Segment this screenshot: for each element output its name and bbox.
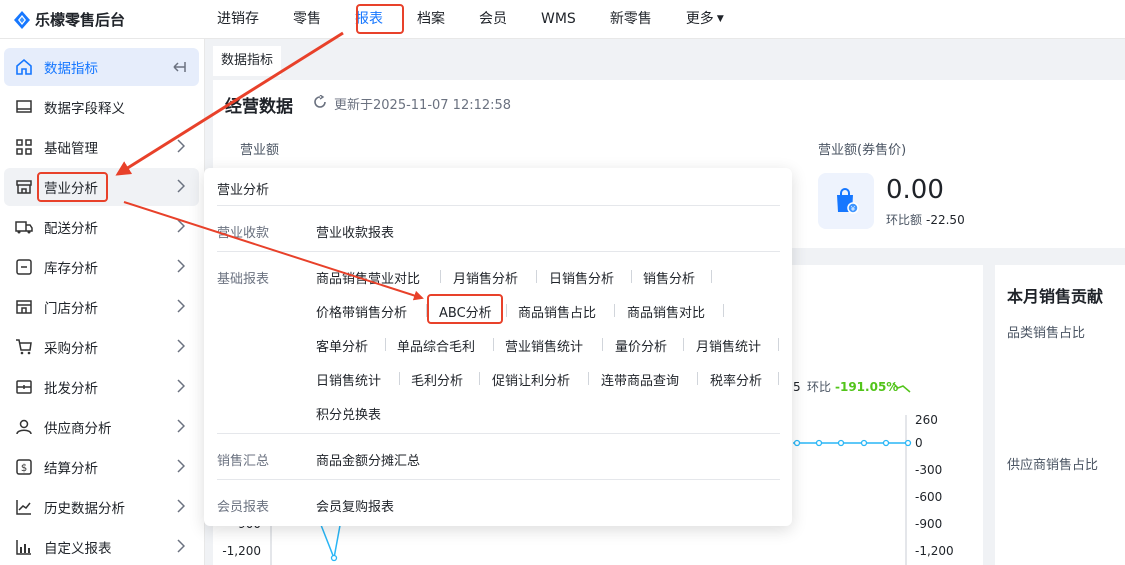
arrow-to-abc-analysis [123,201,424,301]
annotation-arrows [115,31,424,301]
arrow-to-business-analysis [115,31,344,176]
